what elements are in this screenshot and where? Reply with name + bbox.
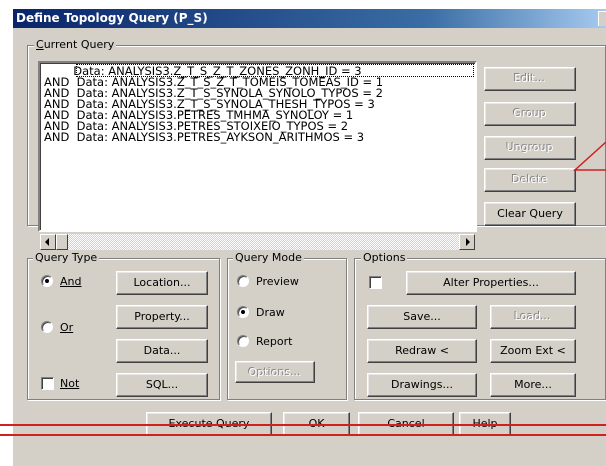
- delete-button[interactable]: Delete: [484, 168, 576, 192]
- query-listbox[interactable]: Data: ANALYSIS3.Z_T_S_Z_T_ZONES_ZONH_ID …: [38, 61, 477, 250]
- query-mode-legend: Query Mode: [233, 251, 304, 264]
- arrow-left-icon: [45, 238, 49, 246]
- title-bar[interactable]: Define Topology Query (P_S): [13, 9, 606, 28]
- draw-radio[interactable]: [237, 306, 249, 318]
- scroll-left-button[interactable]: [40, 234, 56, 250]
- zoom-ext-button[interactable]: Zoom Ext <: [490, 339, 576, 363]
- query-type-legend: Query Type: [33, 251, 100, 264]
- arrow-right-icon: [466, 238, 470, 246]
- or-radio[interactable]: [41, 321, 53, 333]
- not-checkbox[interactable]: [41, 377, 54, 390]
- redraw-button[interactable]: Redraw <: [367, 339, 477, 363]
- location-button[interactable]: Location...: [116, 271, 208, 295]
- window-title: Define Topology Query (P_S): [16, 11, 208, 25]
- report-radio-label: Report: [256, 335, 293, 348]
- edit-button[interactable]: Edit...: [484, 67, 576, 91]
- mode-options-button[interactable]: Options...: [235, 361, 315, 383]
- more-button[interactable]: More...: [490, 373, 576, 397]
- load-button[interactable]: Load...: [490, 305, 576, 329]
- group-button[interactable]: Group: [484, 102, 576, 126]
- annotation-arrow: [573, 141, 606, 171]
- alter-properties-button[interactable]: Alter Properties...: [406, 271, 576, 295]
- preview-radio-label: Preview: [256, 275, 299, 288]
- ungroup-button[interactable]: Ungroup: [484, 136, 576, 160]
- drawings-button[interactable]: Drawings...: [367, 373, 477, 397]
- query-line[interactable]: AND Data: ANALYSIS3.PETRES_AYKSON_ARITHM…: [44, 131, 364, 143]
- close-icon[interactable]: [598, 11, 606, 26]
- sql-button[interactable]: SQL...: [116, 373, 208, 397]
- property-button[interactable]: Property...: [116, 305, 208, 329]
- and-radio-label: And: [60, 275, 82, 288]
- annotation-line: [0, 424, 606, 426]
- save-button[interactable]: Save...: [367, 305, 477, 329]
- preview-radio[interactable]: [237, 275, 249, 287]
- options-legend: Options: [361, 251, 408, 264]
- not-checkbox-label: Not: [60, 377, 80, 390]
- clear-query-button[interactable]: Clear Query: [484, 202, 576, 226]
- report-radio[interactable]: [237, 335, 249, 347]
- horizontal-scrollbar[interactable]: [40, 234, 475, 250]
- draw-radio-label: Draw: [256, 306, 285, 319]
- or-radio-label: Or: [60, 321, 74, 334]
- annotation-line: [0, 434, 606, 436]
- options-checkbox[interactable]: [369, 276, 382, 289]
- current-query-legend: Current Query: [34, 38, 117, 51]
- and-radio[interactable]: [41, 275, 53, 287]
- scroll-right-button[interactable]: [459, 234, 475, 250]
- scroll-thumb[interactable]: [56, 234, 68, 250]
- data-button[interactable]: Data...: [116, 339, 208, 363]
